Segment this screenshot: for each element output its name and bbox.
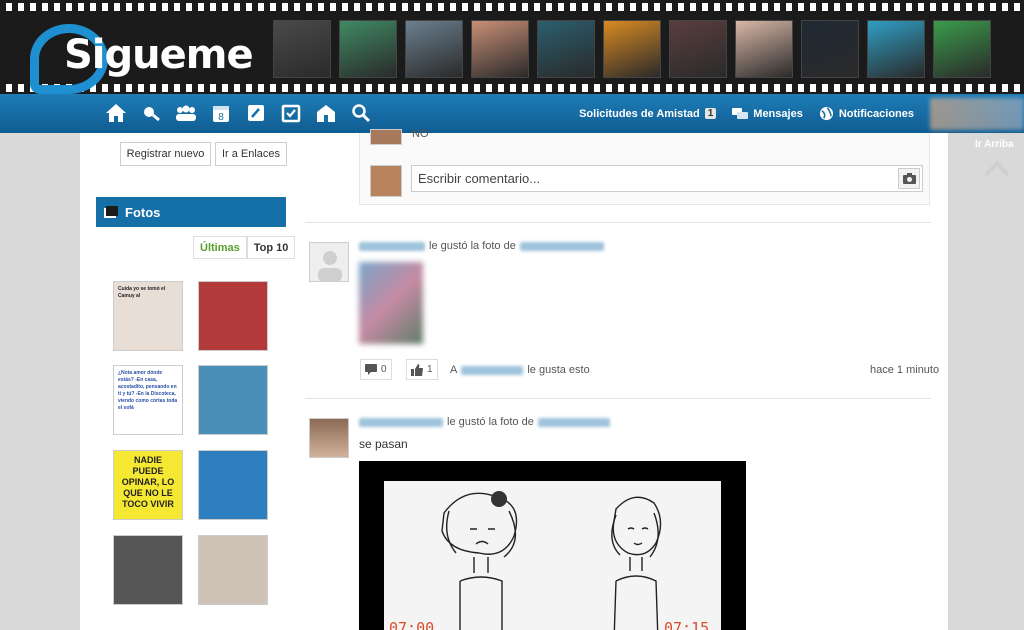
liker-name[interactable] xyxy=(461,365,524,375)
photo-owner-name-2[interactable] xyxy=(537,417,610,427)
user-menu-avatar[interactable] xyxy=(930,97,1024,130)
likes-prefix: A xyxy=(450,364,458,376)
messages-link[interactable]: Mensajes xyxy=(732,107,803,120)
messages-icon xyxy=(732,107,749,119)
thumbnail-caption: Cuida yo se tomó el Camuy al xyxy=(118,286,166,299)
film-photo[interactable] xyxy=(867,20,925,78)
comment-count: 0 xyxy=(381,364,387,375)
site-logo[interactable]: Sigueme xyxy=(30,18,254,94)
places-icon[interactable] xyxy=(314,101,338,125)
film-photo[interactable] xyxy=(801,20,859,78)
arrow-up-icon[interactable] xyxy=(984,158,1010,178)
liked-photo-text: le gustó la foto de xyxy=(429,240,516,252)
film-photo[interactable] xyxy=(933,20,991,78)
site-header: Sigueme xyxy=(0,0,1024,94)
friends-icon[interactable] xyxy=(174,101,198,125)
comment-placeholder: Escribir comentario... xyxy=(418,171,541,186)
post-caption: se pasan xyxy=(359,437,408,451)
film-strip-photos xyxy=(273,20,991,78)
go-to-links-button[interactable]: Ir a Enlaces xyxy=(215,142,287,166)
calendar-icon[interactable]: 8 xyxy=(209,101,233,125)
camera-icon xyxy=(902,173,916,184)
film-photo[interactable] xyxy=(405,20,463,78)
friend-requests-link[interactable]: Solicitudes de Amistad 1 xyxy=(579,107,717,120)
liked-photo-text-2: le gustó la foto de xyxy=(447,416,534,428)
post-author-avatar-2[interactable] xyxy=(309,418,349,458)
nav-right: Solicitudes de Amistad 1 Mensajes Notifi… xyxy=(579,94,1024,133)
notifications-link[interactable]: Notificaciones xyxy=(819,106,914,121)
post-header: le gustó la foto de xyxy=(359,240,604,252)
post-timestamp: hace 1 minuto xyxy=(870,364,939,376)
friend-requests-label: Solicitudes de Amistad xyxy=(579,107,700,120)
previous-comment: NO xyxy=(412,128,429,140)
tab-top-10[interactable]: Top 10 xyxy=(246,236,296,259)
liked-photo-thumbnail[interactable] xyxy=(359,262,423,344)
likes-summary: A le gusta esto xyxy=(450,364,590,376)
post-header-2: le gustó la foto de xyxy=(359,416,610,428)
shared-photo[interactable]: 07:00 07:15 xyxy=(359,461,746,630)
film-photo[interactable] xyxy=(273,20,331,78)
feed-icon[interactable] xyxy=(139,101,163,125)
comment-count-button[interactable]: 0 xyxy=(360,359,392,380)
thumbnail-caption: NADIE PUEDE OPINAR, LO QUE NO LE TOCO VI… xyxy=(121,455,175,509)
nav-icons: 8 xyxy=(104,101,373,125)
sketch-time-right: 07:15 xyxy=(664,619,710,630)
post-caption-text: se pasan xyxy=(359,437,408,451)
photo-thumbnail[interactable] xyxy=(113,535,183,605)
commenter-avatar xyxy=(370,129,402,145)
photo-thumbnail[interactable]: NADIE PUEDE OPINAR, LO QUE NO LE TOCO VI… xyxy=(113,450,183,520)
notifications-label: Notificaciones xyxy=(838,107,914,120)
photo-thumbnail[interactable]: Cuida yo se tomó el Camuy al xyxy=(113,281,183,351)
previous-comment-text: NO xyxy=(412,128,429,140)
photo-owner-name[interactable] xyxy=(519,241,604,251)
photo-thumbnail[interactable]: ¿Nota amor dónde estás? -En casa, acosta… xyxy=(113,365,183,435)
tab-latest[interactable]: Últimas xyxy=(193,236,247,259)
post-author-name[interactable] xyxy=(359,241,425,251)
register-new-button[interactable]: Registrar nuevo xyxy=(120,142,211,166)
globe-icon xyxy=(819,106,833,121)
photo-thumbnail[interactable] xyxy=(198,535,268,605)
thumbnail-caption: ¿Nota amor dónde estás? -En casa, acosta… xyxy=(118,370,178,411)
comment-icon xyxy=(365,364,377,375)
like-count: 1 xyxy=(427,364,433,375)
main-nav-bar: 8 Solicitudes de Amistad 1 Mensajes Noti… xyxy=(0,94,1024,133)
photos-section-header: Fotos xyxy=(96,197,286,227)
comment-input[interactable]: Escribir comentario... xyxy=(411,165,923,192)
sketch-drawing: 07:00 07:15 xyxy=(384,481,721,630)
film-photo[interactable] xyxy=(339,20,397,78)
sketch-time-left: 07:00 xyxy=(389,619,435,630)
photo-thumbnail[interactable] xyxy=(198,365,268,435)
friend-requests-badge: 1 xyxy=(704,108,717,119)
svg-text:8: 8 xyxy=(218,112,224,123)
current-user-avatar xyxy=(370,165,402,197)
edit-icon[interactable] xyxy=(244,101,268,125)
film-perforation-top xyxy=(0,3,1024,11)
home-icon[interactable] xyxy=(104,101,128,125)
film-photo[interactable] xyxy=(537,20,595,78)
feed-divider xyxy=(305,222,931,223)
back-to-top-link[interactable]: Ir Arriba xyxy=(975,139,1014,150)
film-photo[interactable] xyxy=(735,20,793,78)
film-photo[interactable] xyxy=(603,20,661,78)
photos-tabs: Últimas Top 10 xyxy=(193,236,296,259)
logo-text: Sigueme xyxy=(64,32,254,78)
search-icon[interactable] xyxy=(349,101,373,125)
likes-suffix: le gusta esto xyxy=(527,364,590,376)
feed-divider-2 xyxy=(305,398,931,399)
photo-thumbnail[interactable] xyxy=(198,281,268,351)
post-author-avatar[interactable] xyxy=(309,242,349,282)
photo-thumbnail[interactable] xyxy=(198,450,268,520)
film-photo[interactable] xyxy=(669,20,727,78)
post-time: hace 1 minuto xyxy=(870,364,940,376)
like-button[interactable]: 1 xyxy=(406,359,438,380)
camera-button[interactable] xyxy=(898,168,920,189)
film-photo[interactable] xyxy=(471,20,529,78)
thumbs-up-icon xyxy=(411,363,423,376)
messages-label: Mensajes xyxy=(753,107,803,120)
photos-title: Fotos xyxy=(125,204,161,220)
photos-icon xyxy=(104,206,118,218)
post-author-name-2[interactable] xyxy=(359,417,443,427)
tasks-icon[interactable] xyxy=(279,101,303,125)
